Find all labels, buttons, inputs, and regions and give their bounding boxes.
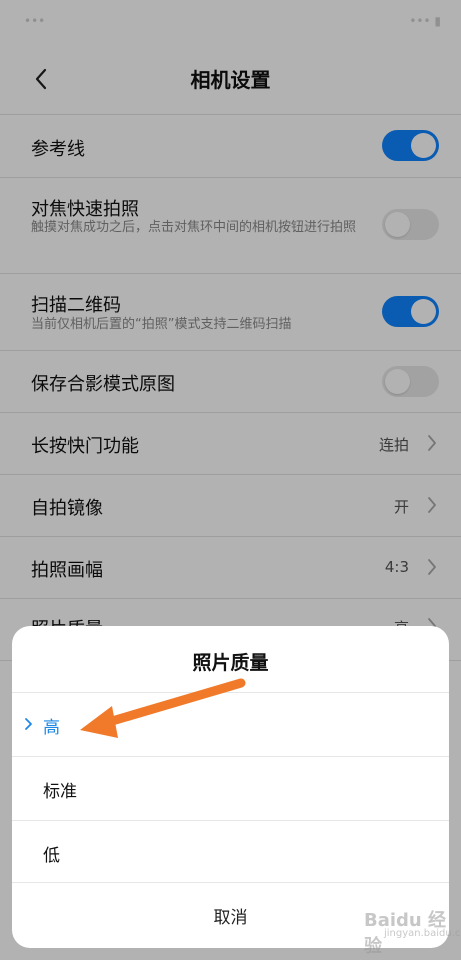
option-low[interactable]: 低 <box>12 820 449 884</box>
selected-chevron-icon <box>25 718 32 730</box>
dialog-title: 照片质量 <box>192 652 269 674</box>
option-label: 高 <box>43 718 60 738</box>
option-standard[interactable]: 标准 <box>12 756 449 820</box>
watermark-subtext: jingyan.baidu.com <box>384 928 461 939</box>
option-label: 标准 <box>43 782 77 802</box>
option-high[interactable]: 高 <box>12 692 449 756</box>
photo-quality-dialog: 照片质量 高 标准 低 取消 <box>12 626 449 948</box>
option-label: 低 <box>43 846 60 866</box>
watermark-logo: Baidu 经验 jingyan.baidu.com <box>340 906 461 957</box>
